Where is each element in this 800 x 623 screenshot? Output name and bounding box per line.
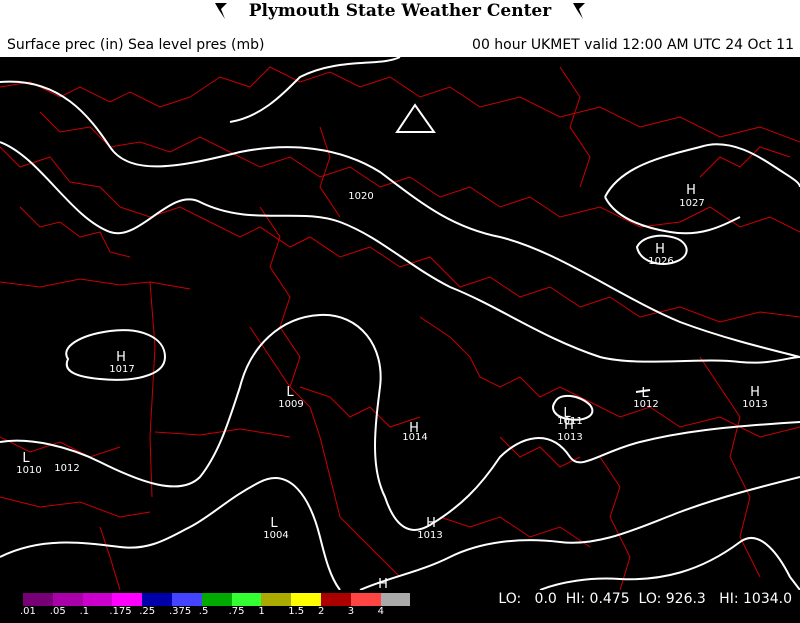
pressure-centers: H 1027 H 1026 H 1017 L 1009 H 1014 L 101… bbox=[16, 183, 767, 590]
precip-swatch bbox=[320, 593, 351, 606]
precip-scale-label: .1 bbox=[79, 606, 90, 617]
precip-scale-label: .375 bbox=[169, 606, 192, 617]
pressure-center-value: 1010 bbox=[16, 465, 41, 476]
isobar-label: 1012 bbox=[54, 463, 79, 474]
pressure-center-H: H bbox=[116, 350, 126, 365]
pressure-center-value: 1013 bbox=[417, 530, 442, 541]
precip-swatch bbox=[112, 593, 143, 606]
precip-swatch bbox=[261, 593, 292, 606]
precip-scale-label: 2 bbox=[318, 606, 325, 617]
pressure-center-L: L bbox=[22, 451, 30, 466]
precip-scale-label: 1.5 bbox=[288, 606, 305, 617]
field-description: Surface prec (in) Sea level pres (mb) bbox=[7, 37, 265, 53]
pressure-center-H: H bbox=[378, 577, 388, 590]
pressure-center-L: L bbox=[286, 385, 294, 400]
pressure-center-value: 1014 bbox=[402, 432, 427, 443]
pressure-center-value: 1004 bbox=[263, 530, 288, 541]
header: Plymouth State Weather Center Surface pr… bbox=[0, 0, 800, 58]
precip-color-scale bbox=[23, 593, 411, 606]
precip-swatch bbox=[231, 593, 262, 606]
precip-scale-labels: .01 .05 .1 .175 .25 .375 .5 .75 1 1.5 2 3 4 bbox=[0, 606, 440, 620]
precip-swatch bbox=[350, 593, 381, 606]
precip-swatch bbox=[201, 593, 232, 606]
precip-swatch bbox=[23, 593, 53, 606]
pressure-center-value: 1013 bbox=[742, 399, 767, 410]
pressure-center-H: H bbox=[564, 418, 574, 433]
precip-swatch bbox=[291, 593, 321, 606]
precip-swatch bbox=[52, 593, 83, 606]
precip-scale-label: .75 bbox=[228, 606, 245, 617]
precip-swatch bbox=[171, 593, 202, 606]
weather-map: H 1027 H 1026 H 1017 L 1009 H 1014 L 101… bbox=[0, 57, 800, 590]
precip-scale-label: 4 bbox=[377, 606, 384, 617]
pressure-center-H: H bbox=[750, 385, 760, 400]
precip-scale-label: .175 bbox=[109, 606, 132, 617]
pressure-center-H: H bbox=[655, 242, 665, 257]
logo-left-icon bbox=[214, 3, 227, 19]
pressure-center-value: 1027 bbox=[679, 198, 704, 209]
pressure-center-value: 1009 bbox=[278, 399, 303, 410]
precip-scale-label: 3 bbox=[347, 606, 355, 617]
logo-right-icon bbox=[573, 3, 586, 19]
pressure-center-value: 1026 bbox=[648, 256, 673, 267]
pressure-center-value: 1013 bbox=[557, 432, 582, 443]
pressure-center-H: H bbox=[686, 183, 696, 198]
precip-scale-label: .05 bbox=[49, 606, 66, 617]
precip-scale-label: .25 bbox=[139, 606, 156, 617]
page-title: Plymouth State Weather Center bbox=[248, 1, 552, 21]
precip-scale-label: 1 bbox=[258, 606, 265, 617]
precip-swatch bbox=[380, 593, 411, 606]
map-canvas: H 1027 H 1026 H 1017 L 1009 H 1014 L 101… bbox=[0, 57, 800, 590]
pressure-center-L: L bbox=[270, 516, 278, 531]
precip-swatch bbox=[142, 593, 172, 606]
pressure-center-H: H bbox=[426, 516, 436, 531]
footer: .01 .05 .1 .175 .25 .375 .5 .75 1 1.5 2 3 4 LO: 0.0 … bbox=[0, 590, 800, 623]
precip-scale-label: .01 bbox=[20, 606, 36, 617]
isobar-label: 1020 bbox=[348, 191, 373, 202]
precip-swatch bbox=[82, 593, 113, 606]
pressure-center-value: 1017 bbox=[109, 364, 134, 375]
valid-time: 00 hour UKMET valid 12:00 AM UTC 24 Oct … bbox=[472, 37, 794, 53]
pressure-center-value: 1012 bbox=[633, 399, 658, 410]
precip-scale-label: .5 bbox=[198, 606, 209, 617]
title-row: Plymouth State Weather Center bbox=[0, 0, 800, 24]
isobars bbox=[0, 57, 800, 590]
stats-readout: LO: 0.0 HI: 0.475 LO: 926.3 HI: 1034.0 bbox=[498, 591, 792, 607]
